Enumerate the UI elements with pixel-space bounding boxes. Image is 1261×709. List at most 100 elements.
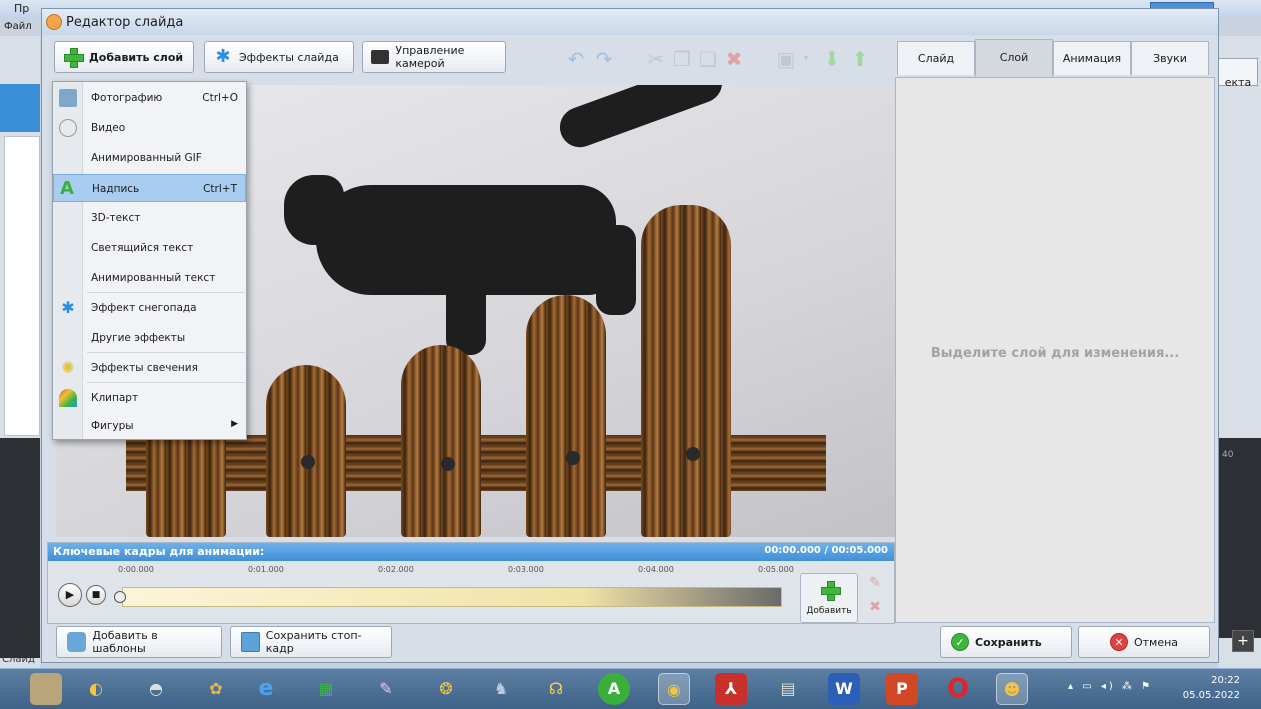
slide-effects-button[interactable]: ✱ Эффекты слайда	[204, 41, 354, 73]
tab-layer[interactable]: Слой	[975, 39, 1053, 77]
plus-icon	[820, 580, 841, 601]
chevron-down-icon[interactable]: ▾	[794, 45, 818, 73]
edit-keyframe-icon[interactable]: ✎	[866, 575, 884, 593]
copy-icon[interactable]: ❐	[670, 45, 694, 73]
app-icon	[46, 14, 62, 30]
delete-keyframe-icon[interactable]: ✖	[866, 599, 884, 617]
keyframes-ticks: 0:00.000 0:01.000 0:02.000 0:03.000 0:04…	[118, 565, 798, 579]
tab-slide[interactable]: Слайд	[897, 41, 975, 75]
play-button[interactable]: ▶	[58, 583, 82, 607]
background-left-white	[4, 136, 40, 436]
cat-head-shape	[284, 175, 344, 245]
menu-item-photo[interactable]: Фотографию Ctrl+O	[53, 84, 246, 112]
save-frame-label: Сохранить стоп-кадр	[265, 629, 362, 655]
menu-item-animated-text[interactable]: Анимированный текст	[53, 264, 246, 292]
save-frame-button[interactable]: Сохранить стоп-кадр	[230, 626, 392, 658]
app-paint-icon[interactable]: ✿	[200, 673, 232, 705]
text-icon: A	[60, 178, 74, 199]
menu-item-snowfall[interactable]: ✱ Эффект снегопада	[53, 294, 246, 322]
app-gimp-icon[interactable]: ◓	[140, 673, 172, 705]
internet-explorer-icon[interactable]: e	[250, 673, 282, 705]
start-app-icon[interactable]	[30, 673, 62, 705]
background-menu-file[interactable]: Файл	[0, 18, 40, 36]
submenu-arrow-icon: ▶	[231, 419, 238, 429]
paint-icon[interactable]: ✎	[370, 673, 402, 705]
add-layer-menu: Фотографию Ctrl+O Видео Анимированный GI…	[52, 81, 247, 440]
background-bottom-text: Сла	[4, 632, 24, 643]
save-button[interactable]: ✓ Сохранить	[940, 626, 1072, 658]
camera-control-button[interactable]: Управление камерой	[362, 41, 506, 73]
fence-picket	[266, 365, 346, 537]
excel-icon[interactable]: ▦	[310, 673, 342, 705]
add-to-templates-button[interactable]: Добавить в шаблоны	[56, 626, 222, 658]
keyframes-header: Ключевые кадры для анимации: 00:00.000 /…	[48, 543, 894, 561]
calculator-icon[interactable]: ▤	[772, 673, 804, 705]
background-right-tab[interactable]: екта	[1218, 58, 1258, 89]
menu-item-gif[interactable]: Анимированный GIF	[53, 144, 246, 172]
media-icon[interactable]: ❂	[430, 673, 462, 705]
powerpoint-icon[interactable]: P	[886, 673, 918, 705]
menu-item-glow-effects[interactable]: ✺ Эффекты свечения	[53, 354, 246, 382]
add-keyframe-label: Добавить	[806, 606, 852, 616]
menu-item-shapes[interactable]: Фигуры ▶	[53, 412, 246, 440]
template-icon	[67, 632, 87, 652]
word-icon[interactable]: W	[828, 673, 860, 705]
fence-nail	[441, 457, 455, 471]
cancel-button[interactable]: ✕ Отмена	[1078, 626, 1210, 658]
properties-tabs: Слайд Слой Анимация Звуки	[895, 39, 1217, 77]
chrome-icon[interactable]: ◉	[658, 673, 690, 705]
dialog-titlebar: Редактор слайда	[42, 9, 1218, 35]
camera-control-label: Управление камерой	[395, 44, 465, 70]
background-plus-button[interactable]: +	[1232, 630, 1254, 652]
app-photo-icon[interactable]: ◐	[80, 673, 112, 705]
menu-separator	[87, 382, 245, 383]
frame-icon	[241, 632, 260, 652]
menu-item-caption[interactable]: A Надпись Ctrl+T	[53, 174, 246, 202]
move-up-icon[interactable]: ⬆	[848, 45, 872, 73]
redo-icon[interactable]: ↷	[592, 45, 616, 73]
menu-item-other-effects[interactable]: Другие эффекты	[53, 324, 246, 352]
keyframe-marker[interactable]	[114, 591, 126, 603]
cat-leg-shape	[446, 275, 486, 355]
tab-sounds[interactable]: Звуки	[1131, 41, 1209, 75]
plus-icon	[63, 47, 84, 68]
check-icon: ✓	[951, 633, 969, 651]
fence-nail	[686, 447, 700, 461]
menu-item-clipart[interactable]: Клипарт	[53, 384, 246, 412]
stop-button[interactable]: ■	[86, 585, 106, 605]
move-down-icon[interactable]: ⬇	[820, 45, 844, 73]
menu-item-3d-text[interactable]: 3D-текст	[53, 204, 246, 232]
menu-separator	[87, 352, 245, 353]
background-time: 40	[1222, 450, 1234, 460]
tick-label: 0:00.000	[118, 565, 154, 574]
fence-picket	[641, 205, 731, 537]
video-icon	[59, 119, 77, 137]
menu-item-glowing-text[interactable]: Светящийся текст	[53, 234, 246, 262]
snowflake-icon: ✱	[61, 298, 75, 317]
tab-animation[interactable]: Анимация	[1053, 41, 1131, 75]
add-layer-button[interactable]: Добавить слой	[54, 41, 194, 73]
acrobat-icon[interactable]: ⅄	[715, 673, 747, 705]
add-to-templates-label: Добавить в шаблоны	[92, 629, 158, 655]
system-tray[interactable]: ▴ ▭ ◂) ⁂ ⚑	[1068, 681, 1153, 692]
camera-icon	[371, 50, 390, 64]
tick-label: 0:03.000	[508, 565, 544, 574]
delete-icon[interactable]: ✖	[722, 45, 746, 73]
cut-icon[interactable]: ✂	[644, 45, 668, 73]
photoshow-icon[interactable]: ☻	[996, 673, 1028, 705]
keyframes-panel: Ключевые кадры для анимации: 00:00.000 /…	[47, 542, 895, 624]
menu-item-video[interactable]: Видео	[53, 114, 246, 142]
slide-effects-label: Эффекты слайда	[239, 50, 339, 64]
add-keyframe-button[interactable]: Добавить	[800, 573, 858, 623]
headphones-icon[interactable]: ☊	[540, 673, 572, 705]
paste-icon[interactable]: ❏	[696, 45, 720, 73]
clock[interactable]: 20:22 05.05.2022	[1180, 673, 1240, 703]
undo-icon[interactable]: ↶	[564, 45, 588, 73]
keyframes-track[interactable]	[122, 587, 782, 607]
app-a-icon[interactable]: A	[598, 673, 630, 705]
opera-icon[interactable]: O	[942, 673, 974, 705]
tick-label: 0:01.000	[248, 565, 284, 574]
app-tool-icon[interactable]: ♞	[485, 673, 517, 705]
fence-nail	[566, 451, 580, 465]
toolbar: Добавить слой ✱ Эффекты слайда Управлени…	[42, 41, 892, 79]
